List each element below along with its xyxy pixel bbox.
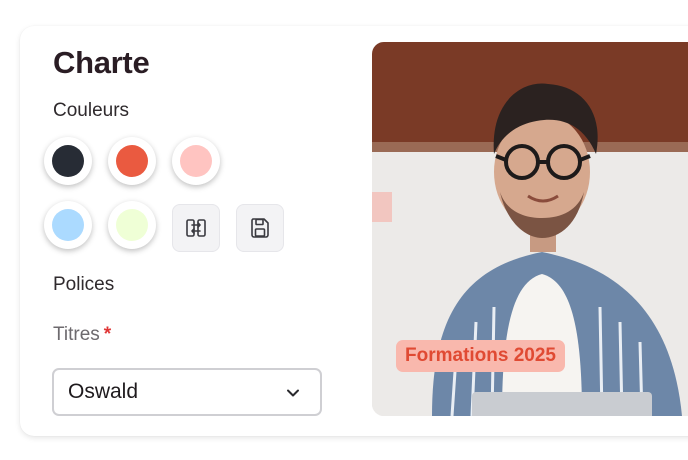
hero-photo: Formations 2025 — [372, 42, 688, 416]
save-icon — [251, 218, 269, 238]
brand-charter-card: Charte Couleurs Polices Titres * Oswald … — [20, 26, 688, 436]
colors-section-label: Couleurs — [53, 100, 130, 121]
swatch-fill — [180, 145, 212, 177]
color-swatch-light-blue[interactable] — [44, 201, 92, 249]
swap-icon — [186, 219, 206, 237]
swatch-fill — [52, 145, 84, 177]
swatch-fill — [116, 209, 148, 241]
chevron-down-icon — [287, 389, 299, 397]
save-palette-button[interactable] — [236, 204, 284, 252]
titles-font-value: Oswald — [68, 380, 139, 403]
fonts-section-label: Polices — [53, 274, 115, 295]
required-marker: * — [103, 324, 112, 345]
color-swatch-dark[interactable] — [44, 137, 92, 185]
titles-field-label: Titres * — [53, 324, 111, 346]
titles-font-select[interactable]: Oswald — [52, 368, 322, 416]
titles-label-text: Titres — [53, 324, 100, 345]
color-swatch-red[interactable] — [108, 137, 156, 185]
swatch-fill — [116, 145, 148, 177]
formations-badge: Formations 2025 — [396, 340, 565, 372]
color-swatch-pink[interactable] — [172, 137, 220, 185]
swatch-fill — [52, 209, 84, 241]
panel-title: Charte — [53, 45, 150, 80]
color-swatch-light-green[interactable] — [108, 201, 156, 249]
swap-colors-button[interactable] — [172, 204, 220, 252]
